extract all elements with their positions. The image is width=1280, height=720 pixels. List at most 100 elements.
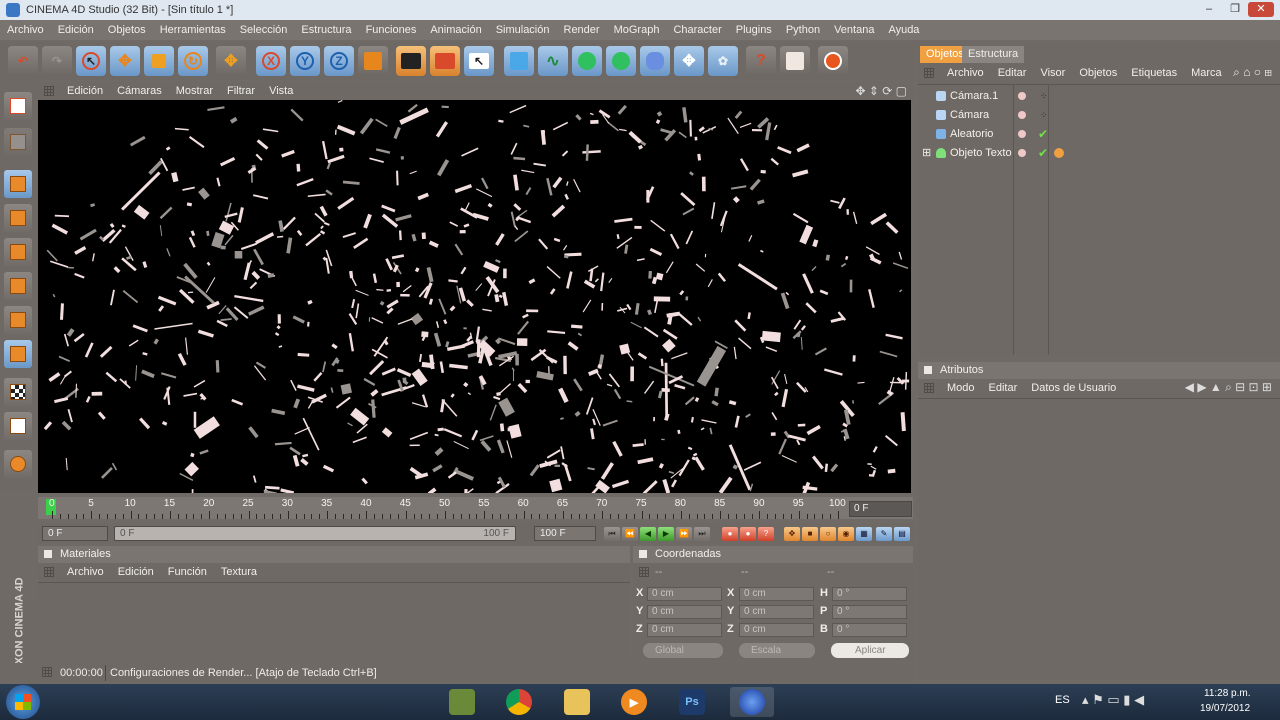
object-row[interactable]: Cámara.1 ⁘ xyxy=(920,87,1280,105)
scale-button[interactable] xyxy=(144,46,174,76)
spline-button[interactable]: ∿ xyxy=(538,46,568,76)
materials-menu-archivo[interactable]: Archivo xyxy=(60,566,111,578)
timeline-ruler[interactable]: 0 5 10 15 20 25 30 35 40 45 50 55 60 65 70 75 80 85 90 95 10… xyxy=(38,497,913,519)
render-picture-viewer-button[interactable] xyxy=(430,46,460,76)
menu-simulacion[interactable]: Simulación xyxy=(489,24,557,36)
visibility-dot-icon[interactable] xyxy=(1018,130,1026,138)
attributes-menu-editar[interactable]: Editar xyxy=(982,382,1025,394)
attributes-menu-datos-usuario[interactable]: Datos de Usuario xyxy=(1024,382,1123,394)
axis-x-button[interactable]: X xyxy=(256,46,286,76)
key-position-button[interactable]: ✥ xyxy=(784,527,800,541)
menu-plugins[interactable]: Plugins xyxy=(729,24,779,36)
end-frame-field[interactable]: 100 F xyxy=(534,526,596,541)
viewport-menu-filtrar[interactable]: Filtrar xyxy=(220,85,262,97)
scene-button[interactable]: ✥ xyxy=(674,46,704,76)
key-scale-button[interactable]: ■ xyxy=(802,527,818,541)
record-keys-button[interactable]: ● xyxy=(722,527,738,541)
menu-mograph[interactable]: MoGraph xyxy=(607,24,667,36)
menu-estructura[interactable]: Estructura xyxy=(294,24,358,36)
go-to-end-button[interactable]: ⏭ xyxy=(694,527,710,541)
taskbar-photoshop[interactable]: Ps xyxy=(670,687,714,717)
expand-icon[interactable]: ⊞ xyxy=(922,144,931,162)
prev-key-button[interactable]: ⏪ xyxy=(622,527,638,541)
sculpt-button[interactable] xyxy=(4,450,32,478)
go-to-start-button[interactable]: ⏮ xyxy=(604,527,620,541)
render-settings-button[interactable]: ↖ xyxy=(464,46,494,76)
keyframe-selection-button[interactable]: ? xyxy=(758,527,774,541)
rotation-h-field[interactable]: 0 ° xyxy=(832,587,907,601)
materials-menu-textura[interactable]: Textura xyxy=(214,566,264,578)
size-x-field[interactable]: 0 cm xyxy=(739,587,814,601)
object-row[interactable]: Cámara ⁘ xyxy=(920,106,1280,124)
visibility-dot-icon[interactable] xyxy=(1018,149,1026,157)
axis-y-button[interactable]: Y xyxy=(290,46,320,76)
search-home-icons[interactable]: ⌕ ⌂ ○ ⊞ xyxy=(1233,65,1272,80)
next-key-button[interactable]: ⏩ xyxy=(676,527,692,541)
transform-button[interactable]: ✥ xyxy=(216,46,246,76)
key-pla-button[interactable]: ▦ xyxy=(856,527,872,541)
coordinate-mode-dropdown[interactable]: Global xyxy=(643,643,723,658)
current-frame-field[interactable]: 0 F xyxy=(849,501,912,517)
play-button[interactable]: ▶ xyxy=(658,527,674,541)
close-button[interactable]: ✕ xyxy=(1248,2,1274,17)
use-texture-button[interactable] xyxy=(4,340,32,368)
menu-character[interactable]: Character xyxy=(666,24,728,36)
use-polygons-button[interactable] xyxy=(4,272,32,300)
rotation-p-field[interactable]: 0 ° xyxy=(832,605,907,619)
enabled-check-icon[interactable]: ✔ xyxy=(1038,125,1048,143)
clock-time[interactable]: 11:28 p.m. xyxy=(1204,688,1251,699)
rotation-b-field[interactable]: 0 ° xyxy=(832,623,907,637)
objects-menu-objetos[interactable]: Objetos xyxy=(1072,67,1124,79)
help-button[interactable]: ? xyxy=(746,46,776,76)
position-x-field[interactable]: 0 cm xyxy=(647,587,722,601)
use-points-button[interactable] xyxy=(4,204,32,232)
apply-button[interactable]: Aplicar xyxy=(831,643,909,658)
menu-animacion[interactable]: Animación xyxy=(423,24,488,36)
materials-menu-edicion[interactable]: Edición xyxy=(111,566,161,578)
menu-herramientas[interactable]: Herramientas xyxy=(153,24,233,36)
objects-menu-visor[interactable]: Visor xyxy=(1033,67,1072,79)
clock-date[interactable]: 19/07/2012 xyxy=(1200,703,1250,714)
menu-seleccion[interactable]: Selección xyxy=(233,24,295,36)
live-selection-button[interactable]: ↖ xyxy=(76,46,106,76)
key-rotation-button[interactable]: ○ xyxy=(820,527,836,541)
size-mode-dropdown[interactable]: Escala xyxy=(739,643,815,658)
autokey-button[interactable]: ● xyxy=(740,527,756,541)
viewport-menu-mostrar[interactable]: Mostrar xyxy=(169,85,220,97)
menu-funciones[interactable]: Funciones xyxy=(359,24,424,36)
array-button[interactable] xyxy=(606,46,636,76)
cube-button[interactable] xyxy=(504,46,534,76)
render-view-button[interactable] xyxy=(396,46,426,76)
timeline-settings-button[interactable]: ✎ xyxy=(876,527,892,541)
objects-menu-editar[interactable]: Editar xyxy=(991,67,1034,79)
target-tag-icon[interactable]: ⁘ xyxy=(1040,110,1050,120)
taskbar-media-player[interactable]: ▶ xyxy=(612,687,656,717)
object-row[interactable]: ⊞ Objeto Texto ✔ xyxy=(920,144,1280,162)
tab-estructura[interactable]: Estructura xyxy=(962,46,1025,63)
viewport-nav-icons[interactable]: ✥ ⇕ ⟳ ▢ xyxy=(855,84,907,98)
language-indicator[interactable]: ES xyxy=(1055,694,1070,706)
target-tag-icon[interactable]: ⁘ xyxy=(1040,91,1050,101)
fracture-tag-icon[interactable] xyxy=(1054,148,1064,158)
key-parameter-button[interactable]: ◉ xyxy=(838,527,854,541)
menu-render[interactable]: Render xyxy=(557,24,607,36)
objects-menu-etiquetas[interactable]: Etiquetas xyxy=(1124,67,1184,79)
start-frame-field[interactable]: 0 F xyxy=(42,526,108,541)
menu-ayuda[interactable]: Ayuda xyxy=(881,24,926,36)
coordinate-system-button[interactable] xyxy=(358,46,388,76)
use-uv-button[interactable] xyxy=(4,306,32,334)
record-button[interactable] xyxy=(818,46,848,76)
visibility-dot-icon[interactable] xyxy=(1018,111,1026,119)
menu-edicion[interactable]: Edición xyxy=(51,24,101,36)
menu-archivo[interactable]: Archivo xyxy=(0,24,51,36)
object-row[interactable]: Aleatorio ✔ xyxy=(920,125,1280,143)
enabled-check-icon[interactable]: ✔ xyxy=(1038,144,1048,162)
minimize-button[interactable]: – xyxy=(1196,2,1222,17)
timeline-view-button[interactable]: ▤ xyxy=(894,527,910,541)
visibility-dot-icon[interactable] xyxy=(1018,92,1026,100)
viewport-menu-camaras[interactable]: Cámaras xyxy=(110,85,169,97)
start-button[interactable] xyxy=(6,685,40,719)
viewport[interactable] xyxy=(38,100,911,493)
menu-objetos[interactable]: Objetos xyxy=(101,24,153,36)
taskbar-minecraft[interactable] xyxy=(440,687,484,717)
